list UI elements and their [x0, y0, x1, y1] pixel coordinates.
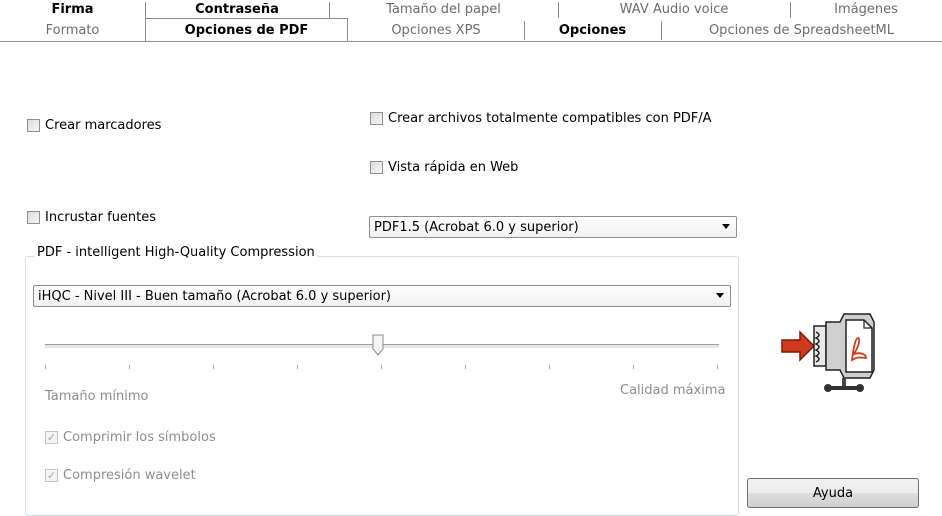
- checkbox-box[interactable]: ✓: [45, 431, 58, 444]
- crear-marcadores-checkbox[interactable]: Crear marcadores: [27, 118, 161, 133]
- pdf-version-value: PDF1.5 (Acrobat 6.0 y superior): [374, 219, 579, 235]
- checkbox-label: Incrustar fuentes: [45, 210, 157, 225]
- checkbox-label: Crear marcadores: [45, 118, 162, 133]
- tab-contrasena[interactable]: Contraseña: [145, 0, 329, 19]
- comprimir-simbolos-checkbox[interactable]: ✓ Comprimir los símbolos: [45, 430, 216, 445]
- checkbox-label: Comprimir los símbolos: [63, 430, 216, 445]
- pdf-compression-vise-icon: [781, 313, 875, 392]
- quality-slider-thumb[interactable]: [372, 334, 384, 356]
- tab-imagenes[interactable]: Imágenes: [790, 0, 942, 19]
- checkbox-box[interactable]: [370, 112, 383, 125]
- compresion-wavelet-checkbox[interactable]: ✓ Compresión wavelet: [45, 468, 196, 483]
- incrustar-fuentes-checkbox[interactable]: Incrustar fuentes: [27, 210, 156, 225]
- pdf-version-select[interactable]: PDF1.5 (Acrobat 6.0 y superior): [369, 216, 737, 238]
- slider-tick: [213, 365, 214, 369]
- tab-row-top: Firma Contraseña Tamaño del papel WAV Au…: [0, 0, 942, 19]
- compression-level-select[interactable]: iHQC - Nivel III - Buen tamaño (Acrobat …: [33, 285, 731, 307]
- pdfa-checkbox[interactable]: Crear archivos totalmente compatibles co…: [370, 111, 712, 126]
- slider-tick: [45, 365, 46, 369]
- tab-row-bottom: Formato Opciones de PDF Opciones XPS Opc…: [0, 18, 942, 42]
- vista-rapida-checkbox[interactable]: Vista rápida en Web: [370, 160, 518, 175]
- checkbox-box[interactable]: ✓: [45, 469, 58, 482]
- chevron-down-icon[interactable]: [716, 293, 724, 298]
- slider-tick: [381, 365, 382, 369]
- checkbox-label: Compresión wavelet: [63, 468, 196, 483]
- compression-level-value: iHQC - Nivel III - Buen tamaño (Acrobat …: [38, 288, 391, 304]
- tab-firma[interactable]: Firma: [0, 0, 145, 19]
- slider-tick: [717, 365, 718, 369]
- slider-min-label: Tamaño mínimo: [45, 389, 149, 404]
- slider-tick: [129, 365, 130, 369]
- chevron-down-icon[interactable]: [722, 224, 730, 229]
- tab-opciones-pdf[interactable]: Opciones de PDF: [145, 18, 348, 41]
- tab-opciones[interactable]: Opciones: [524, 19, 661, 41]
- slider-tick: [633, 365, 634, 369]
- tab-formato[interactable]: Formato: [0, 19, 145, 41]
- checkbox-label: Crear archivos totalmente compatibles co…: [388, 111, 712, 126]
- slider-tick: [465, 365, 466, 369]
- help-button-label: Ayuda: [812, 485, 854, 501]
- help-button[interactable]: Ayuda: [747, 478, 919, 508]
- tab-wav-audio[interactable]: WAV Audio voice: [558, 0, 790, 19]
- compression-group-label: PDF - intelligent High-Quality Compressi…: [34, 245, 318, 260]
- checkbox-box[interactable]: [27, 211, 40, 224]
- slider-tick: [297, 365, 298, 369]
- tab-opciones-spreadsheetml[interactable]: Opciones de SpreadsheetML: [661, 19, 942, 41]
- checkbox-box[interactable]: [27, 119, 40, 132]
- tab-tamano-papel[interactable]: Tamaño del papel: [329, 0, 558, 19]
- slider-max-label: Calidad máxima: [620, 383, 726, 398]
- checkbox-label: Vista rápida en Web: [388, 160, 519, 175]
- tab-opciones-xps[interactable]: Opciones XPS: [348, 19, 524, 41]
- checkbox-box[interactable]: [370, 161, 383, 174]
- slider-tick: [549, 365, 550, 369]
